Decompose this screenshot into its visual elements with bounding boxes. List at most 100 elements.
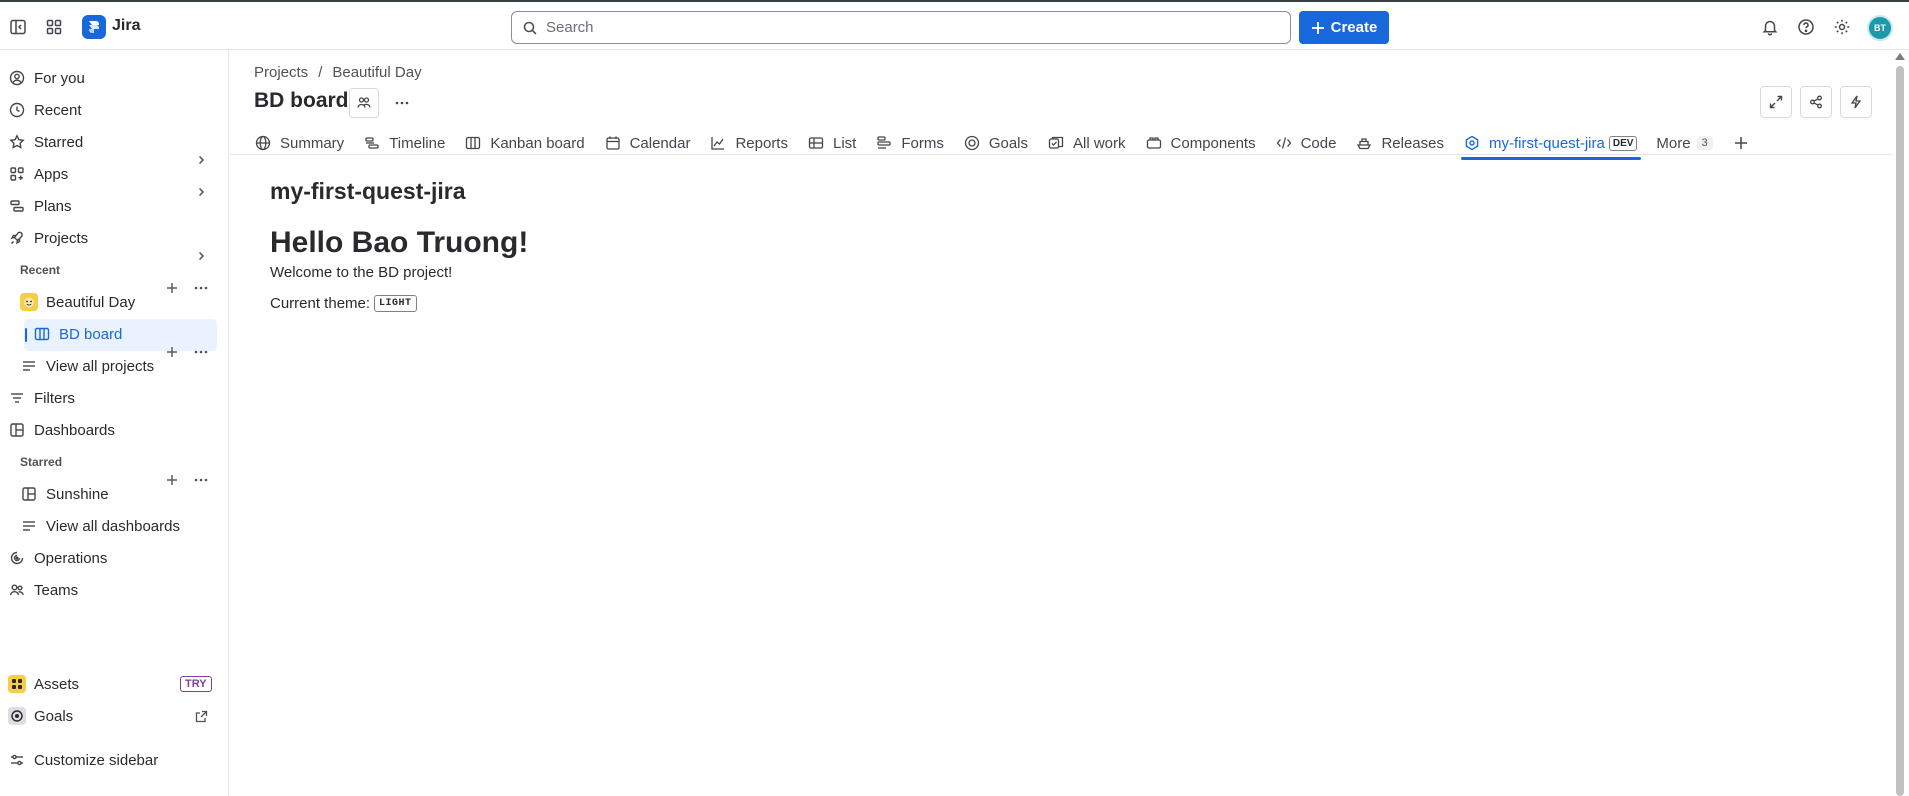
- sidebar-item-operations[interactable]: Operations: [8, 544, 107, 572]
- breadcrumb-projects[interactable]: Projects: [254, 64, 308, 81]
- more-actions-button[interactable]: [387, 88, 417, 118]
- page-title: BD board: [254, 89, 349, 112]
- plus-icon: [1311, 21, 1324, 34]
- app-switcher-icon[interactable]: [42, 15, 66, 39]
- sidebar-item-view-all-projects[interactable]: View all projects: [20, 352, 154, 380]
- forms-icon: [875, 134, 893, 152]
- jira-logo-icon[interactable]: [82, 15, 106, 39]
- sidebar-item-label: Dashboards: [34, 421, 115, 439]
- tab-label: Summary: [280, 134, 345, 152]
- sidebar-item-filters[interactable]: Filters: [8, 384, 75, 412]
- help-icon[interactable]: [1794, 15, 1818, 39]
- board-icon: [464, 134, 482, 152]
- sidebar-item-label: Operations: [34, 549, 108, 567]
- star-icon: [8, 133, 26, 151]
- more-options-icon[interactable]: [191, 342, 211, 362]
- sidebar-item-label: Customize sidebar: [34, 751, 159, 769]
- tab-label: More: [1656, 134, 1691, 152]
- tab-label: Releases: [1381, 134, 1444, 152]
- team-button[interactable]: [349, 88, 379, 118]
- sidebar-item-label: Projects: [34, 229, 89, 247]
- scrollbar-thumb[interactable]: [1896, 66, 1904, 796]
- settings-gear-icon[interactable]: [1830, 15, 1854, 39]
- tab-label: Timeline: [389, 134, 446, 152]
- external-link-icon[interactable]: [191, 706, 211, 726]
- tab-label: List: [832, 134, 857, 152]
- sidebar-item-apps[interactable]: Apps: [8, 160, 68, 188]
- sidebar-item-dashboards[interactable]: Dashboards: [8, 416, 115, 444]
- chevron-right-icon[interactable]: [191, 182, 211, 202]
- tab-label: Goals: [988, 134, 1029, 152]
- share-button[interactable]: [1800, 86, 1832, 118]
- list-lines-icon: [20, 517, 38, 535]
- add-project-plus-icon[interactable]: [162, 278, 182, 298]
- theme-label: Current theme:: [270, 295, 371, 312]
- sidebar-item-label: Goals: [34, 707, 74, 725]
- sidebar: For you Recent Starred Apps Plans Projec…: [0, 50, 229, 796]
- sidebar-item-label: View all dashboards: [46, 517, 180, 535]
- sidebar-item-teams[interactable]: Teams: [8, 576, 78, 604]
- tab-label: my-first-quest-jira: [1489, 134, 1605, 152]
- sidebar-item-view-all-dashboards[interactable]: View all dashboards: [20, 512, 180, 540]
- automation-button[interactable]: [1840, 86, 1872, 118]
- app-title: my-first-quest-jira: [270, 178, 466, 204]
- sidebar-item-for-you[interactable]: For you: [8, 64, 85, 92]
- people-icon: [357, 97, 371, 108]
- sidebar-item-label: Starred: [34, 133, 84, 151]
- clock-icon: [8, 101, 26, 119]
- sidebar-item-label: Assets: [34, 675, 80, 693]
- timeline-icon: [363, 134, 381, 152]
- greeting-heading: Hello Bao Truong!: [270, 226, 529, 259]
- add-dashboard-plus-icon[interactable]: [162, 470, 182, 490]
- ship-icon: [1355, 134, 1373, 152]
- sidebar-item-plans[interactable]: Plans: [8, 192, 72, 220]
- dashboard-icon: [8, 421, 26, 439]
- tab-label: Reports: [735, 134, 788, 152]
- calendar-icon: [604, 134, 622, 152]
- scroll-up-arrow-icon[interactable]: [1895, 53, 1905, 60]
- app-name[interactable]: Jira: [112, 17, 140, 35]
- sidebar-item-bd-board[interactable]: BD board: [33, 320, 122, 348]
- chevron-right-icon[interactable]: [191, 246, 211, 266]
- expand-icon: [1769, 95, 1783, 109]
- dev-badge: DEV: [1608, 135, 1638, 151]
- breadcrumb-project[interactable]: Beautiful Day: [332, 64, 421, 81]
- target-icon: [963, 134, 981, 152]
- tab-label: Kanban board: [490, 134, 585, 152]
- tab-label: Calendar: [629, 134, 691, 152]
- welcome-text: Welcome to the BD project!: [270, 264, 453, 281]
- sidebar-item-recent[interactable]: Recent: [8, 96, 82, 124]
- chevron-right-icon[interactable]: [191, 150, 211, 170]
- lightning-icon: [1850, 95, 1862, 109]
- sidebar-item-label: BD board: [59, 325, 123, 343]
- fullscreen-button[interactable]: [1760, 86, 1792, 118]
- sidebar-item-beautiful-day[interactable]: Beautiful Day: [20, 288, 135, 316]
- sidebar-item-starred[interactable]: Starred: [8, 128, 83, 156]
- more-horizontal-icon: [395, 101, 409, 105]
- plans-icon: [8, 197, 26, 215]
- sidebar-heading-recent: Recent: [20, 263, 61, 277]
- sidebar-item-label: Filters: [34, 389, 75, 407]
- more-options-icon[interactable]: [191, 470, 211, 490]
- breadcrumb-separator: /: [318, 64, 323, 81]
- more-options-icon[interactable]: [191, 278, 211, 298]
- sidebar-item-label: Sunshine: [46, 485, 109, 503]
- breadcrumb: Projects / Beautiful Day: [254, 64, 422, 81]
- filter-icon: [8, 389, 26, 407]
- sidebar-item-sunshine[interactable]: Sunshine: [20, 480, 109, 508]
- component-icon: [1145, 134, 1163, 152]
- plus-icon: [1732, 134, 1750, 152]
- create-button[interactable]: Create: [1299, 11, 1389, 44]
- search-input[interactable]: Search: [511, 11, 1291, 44]
- add-plus-icon[interactable]: [162, 342, 182, 362]
- sidebar-item-customize[interactable]: Customize sidebar: [8, 746, 158, 774]
- notifications-bell-icon[interactable]: [1758, 15, 1782, 39]
- sidebar-item-projects[interactable]: Projects: [8, 224, 88, 252]
- search-icon: [523, 21, 537, 35]
- try-badge[interactable]: TRY: [180, 676, 212, 692]
- sidebar-item-goals[interactable]: Goals: [8, 702, 73, 730]
- stack-icon: [1047, 134, 1065, 152]
- sidebar-item-assets[interactable]: Assets: [8, 670, 79, 698]
- sidebar-toggle-icon[interactable]: [6, 15, 30, 39]
- user-avatar[interactable]: BT: [1867, 15, 1893, 41]
